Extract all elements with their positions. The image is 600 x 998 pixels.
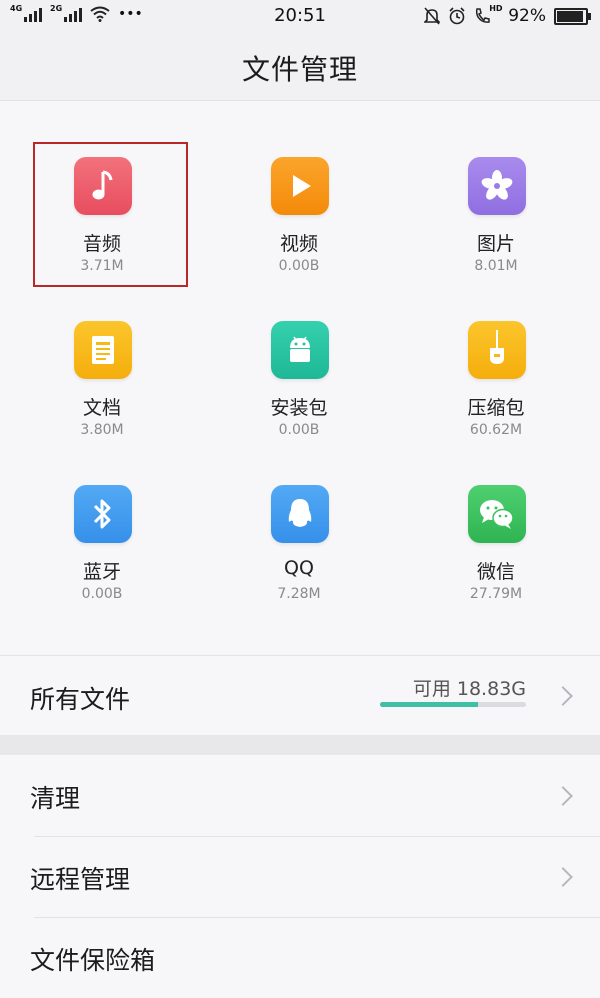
category-archives[interactable]: 压缩包 60.62M bbox=[398, 321, 594, 471]
list-item-clean[interactable]: 清理 bbox=[0, 755, 600, 836]
section-divider bbox=[0, 735, 600, 755]
play-icon bbox=[271, 157, 329, 215]
bluetooth-icon bbox=[74, 485, 132, 543]
document-icon bbox=[74, 321, 132, 379]
category-size: 60.62M bbox=[469, 422, 523, 438]
alarm-icon bbox=[449, 7, 465, 25]
battery-icon bbox=[554, 7, 591, 25]
category-label: 压缩包 bbox=[467, 397, 525, 419]
chevron-right-icon bbox=[553, 867, 573, 887]
category-size: 3.80M bbox=[80, 422, 124, 438]
all-files-row[interactable]: 所有文件 可用 18.83G bbox=[0, 655, 600, 736]
status-bar: 4G 2G ••• 20:51 HD 92% bbox=[0, 0, 600, 34]
selection-highlight bbox=[33, 142, 188, 287]
category-label: 微信 bbox=[476, 561, 515, 583]
category-qq[interactable]: QQ 7.28M bbox=[201, 485, 397, 635]
list-item-label: 文件保险箱 bbox=[30, 946, 156, 975]
category-size: 0.00B bbox=[278, 258, 320, 274]
storage-available: 可用 18.83G bbox=[412, 678, 526, 700]
category-images[interactable]: 图片 8.01M bbox=[398, 157, 594, 307]
chevron-right-icon bbox=[553, 786, 573, 806]
category-label: 安装包 bbox=[270, 397, 328, 419]
category-wechat[interactable]: 微信 27.79M bbox=[398, 485, 594, 635]
category-video[interactable]: 视频 0.00B bbox=[201, 157, 397, 307]
storage-usage-fill bbox=[380, 702, 478, 707]
silent-bell-icon bbox=[424, 7, 441, 25]
category-size: 27.79M bbox=[469, 586, 523, 602]
list-item-file-safe[interactable]: 文件保险箱 bbox=[0, 917, 600, 998]
status-right: HD 92% bbox=[424, 4, 591, 26]
zip-icon bbox=[468, 321, 526, 379]
category-size: 8.01M bbox=[474, 258, 518, 274]
divider bbox=[34, 836, 600, 837]
page-title: 文件管理 bbox=[241, 53, 358, 86]
category-label: 视频 bbox=[279, 233, 318, 255]
penguin-icon bbox=[271, 485, 329, 543]
all-files-label: 所有文件 bbox=[30, 685, 131, 714]
category-size: 0.00B bbox=[278, 422, 320, 438]
category-apk[interactable]: 安装包 0.00B bbox=[201, 321, 397, 471]
title-bar: 文件管理 bbox=[0, 34, 600, 101]
chevron-right-icon bbox=[553, 686, 573, 706]
hd-label: HD bbox=[489, 4, 503, 13]
list-item-label: 清理 bbox=[30, 784, 81, 813]
category-size: 0.00B bbox=[81, 586, 123, 602]
divider bbox=[34, 917, 600, 918]
list-item-label: 远程管理 bbox=[30, 865, 131, 894]
android-icon bbox=[271, 321, 329, 379]
category-label: QQ bbox=[284, 557, 314, 579]
category-documents[interactable]: 文档 3.80M bbox=[4, 321, 200, 471]
storage-usage-bar bbox=[380, 702, 526, 707]
wechat-icon bbox=[468, 485, 526, 543]
category-label: 蓝牙 bbox=[82, 561, 121, 583]
category-label: 图片 bbox=[476, 233, 515, 255]
category-bluetooth[interactable]: 蓝牙 0.00B bbox=[4, 485, 200, 635]
category-size: 7.28M bbox=[277, 586, 321, 602]
battery-percent: 92% bbox=[508, 6, 546, 26]
flower-icon bbox=[468, 157, 526, 215]
category-label: 文档 bbox=[82, 397, 121, 419]
list-item-remote-management[interactable]: 远程管理 bbox=[0, 836, 600, 917]
hd-call-icon: HD bbox=[474, 4, 503, 25]
